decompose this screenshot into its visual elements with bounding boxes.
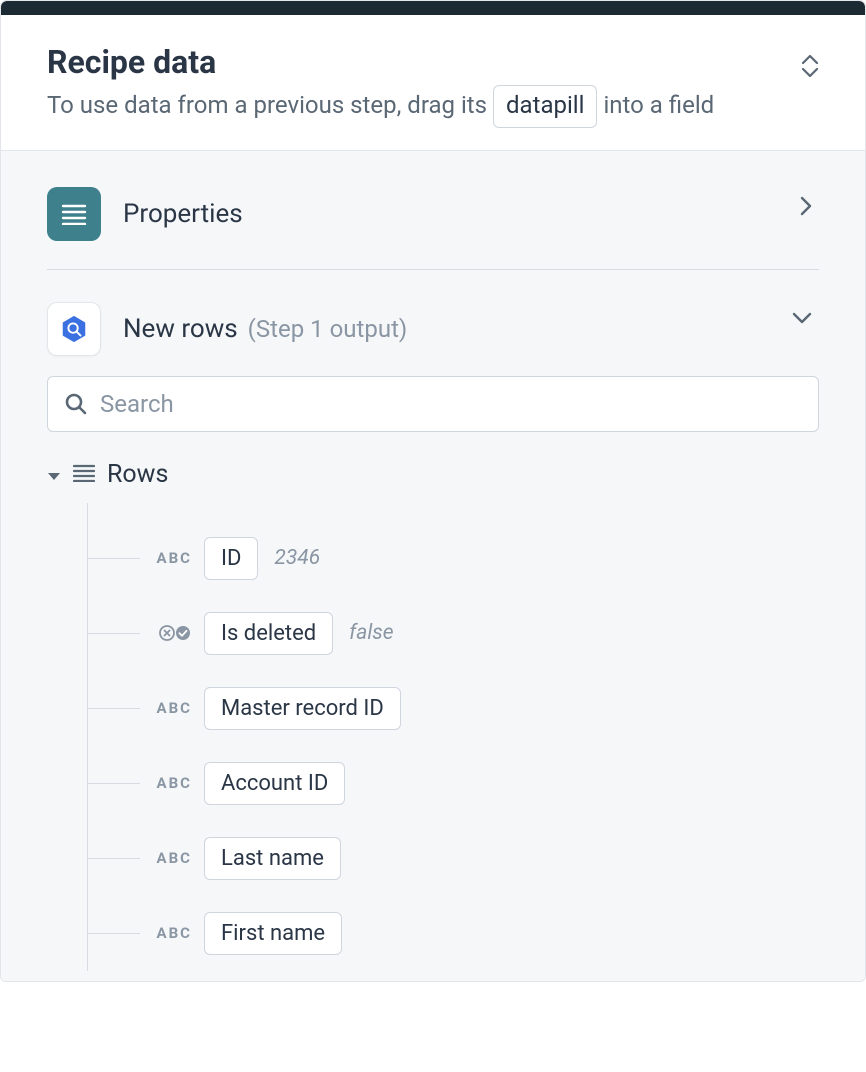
rows-list: ABC ID 2346 Is deleted false ABC Master record…: [87, 503, 819, 971]
datapill-chip: datapill: [493, 85, 597, 128]
panel-title: Recipe data: [47, 43, 819, 81]
tree-tick: [88, 783, 140, 784]
panel-header: Recipe data To use data from a previous …: [1, 15, 865, 150]
rows-group-label: Rows: [107, 460, 168, 489]
datapill[interactable]: Account ID: [204, 762, 345, 805]
datapill[interactable]: Is deleted: [204, 612, 333, 655]
string-type-icon: ABC: [148, 849, 192, 867]
datapill-row: ABC Last name: [88, 821, 819, 896]
datapill[interactable]: ID: [204, 537, 258, 580]
datapill[interactable]: First name: [204, 912, 342, 955]
datapill-row: Is deleted false: [88, 596, 819, 671]
section-divider: [47, 269, 819, 270]
datapill[interactable]: Master record ID: [204, 687, 401, 730]
datapill-row: ABC ID 2346: [88, 521, 819, 596]
search-field[interactable]: [47, 376, 819, 432]
tree-tick: [88, 933, 140, 934]
step-output-title: New rows: [123, 314, 238, 344]
string-type-icon: ABC: [148, 924, 192, 942]
tree-tick: [88, 858, 140, 859]
caret-down-icon: [47, 460, 61, 489]
datapill-row: ABC Master record ID: [88, 671, 819, 746]
panel-body: Properties New rows (Step 1 output): [1, 150, 865, 981]
datapill-row: ABC First name: [88, 896, 819, 971]
search-input[interactable]: [98, 389, 802, 419]
datapill-row: ABC Account ID: [88, 746, 819, 821]
expand-collapse-icon[interactable]: [801, 55, 819, 77]
chevron-right-icon: [799, 195, 813, 221]
string-type-icon: ABC: [148, 699, 192, 717]
bigquery-icon: [47, 302, 101, 356]
rows-lines-icon: [73, 460, 95, 489]
search-icon: [64, 392, 88, 416]
window-topbar: [1, 1, 865, 15]
recipe-data-panel: Recipe data To use data from a previous …: [0, 0, 866, 982]
step-output-section[interactable]: New rows (Step 1 output): [47, 298, 819, 376]
tree-tick: [88, 633, 140, 634]
panel-subtitle: To use data from a previous step, drag i…: [47, 85, 819, 128]
step-output-sub: (Step 1 output): [248, 315, 408, 343]
string-type-icon: ABC: [148, 549, 192, 567]
tree-tick: [88, 558, 140, 559]
datapill-sample: 2346: [274, 546, 320, 570]
properties-section[interactable]: Properties: [47, 183, 819, 269]
datapill-sample: false: [349, 621, 393, 645]
chevron-down-icon: [791, 310, 813, 329]
boolean-type-icon: [148, 624, 192, 642]
rows-group-header[interactable]: Rows: [47, 460, 819, 489]
properties-label: Properties: [123, 199, 243, 229]
subtitle-pre: To use data from a previous step, drag i…: [47, 91, 493, 119]
tree-tick: [88, 708, 140, 709]
string-type-icon: ABC: [148, 774, 192, 792]
datapill[interactable]: Last name: [204, 837, 341, 880]
list-icon: [47, 187, 101, 241]
subtitle-post: into a field: [603, 91, 714, 119]
